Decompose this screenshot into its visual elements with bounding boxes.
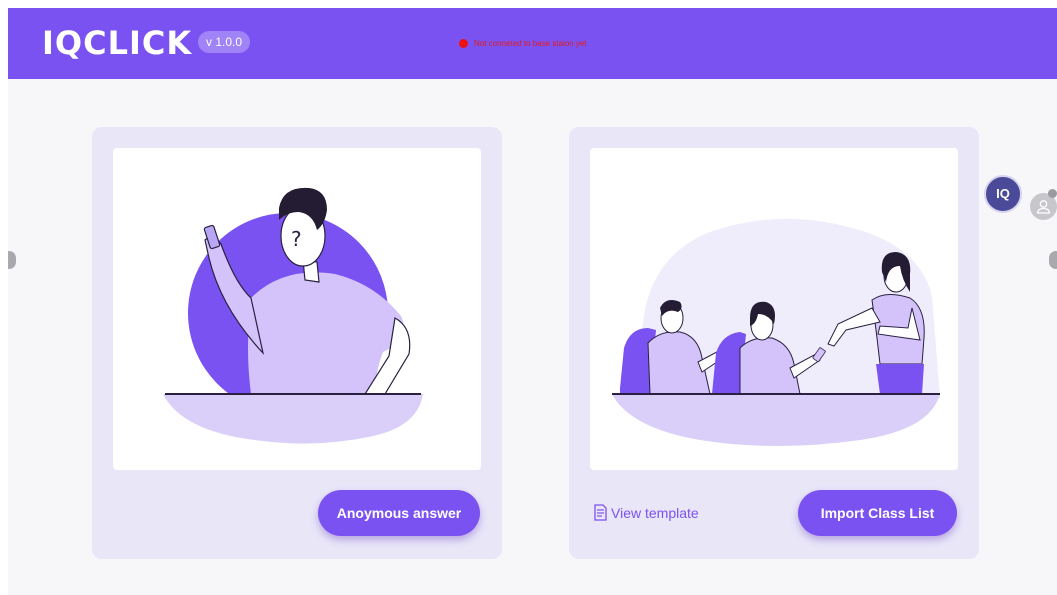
notification-dot (1048, 189, 1057, 198)
user-icon (1036, 200, 1051, 214)
status-text: Not conneted to base staion yet (474, 39, 587, 48)
import-class-list-button[interactable]: Import Class List (798, 490, 957, 536)
svg-text:?: ? (291, 227, 302, 251)
view-template-label: View template (611, 505, 699, 521)
question-person-illustration: ? (113, 148, 481, 470)
class-list-card: View template Import Class List (569, 127, 979, 559)
right-collapse-handle[interactable] (1049, 251, 1057, 269)
version-badge: v 1.0.0 (198, 31, 251, 53)
anonymous-card: ? Anoymous answer (92, 127, 502, 559)
left-collapse-handle[interactable] (8, 251, 16, 269)
header-bar: IQCLICK v 1.0.0 Not conneted to base sta… (8, 8, 1057, 79)
anonymous-answer-button[interactable]: Anoymous answer (318, 490, 480, 536)
iq-icon[interactable]: IQ (984, 175, 1022, 213)
status-dot-icon (459, 39, 468, 48)
document-icon (594, 504, 607, 521)
classroom-illustration (590, 148, 958, 470)
app-window: IQCLICK v 1.0.0 Not conneted to base sta… (8, 8, 1057, 595)
app-logo: IQCLICK (42, 24, 193, 62)
